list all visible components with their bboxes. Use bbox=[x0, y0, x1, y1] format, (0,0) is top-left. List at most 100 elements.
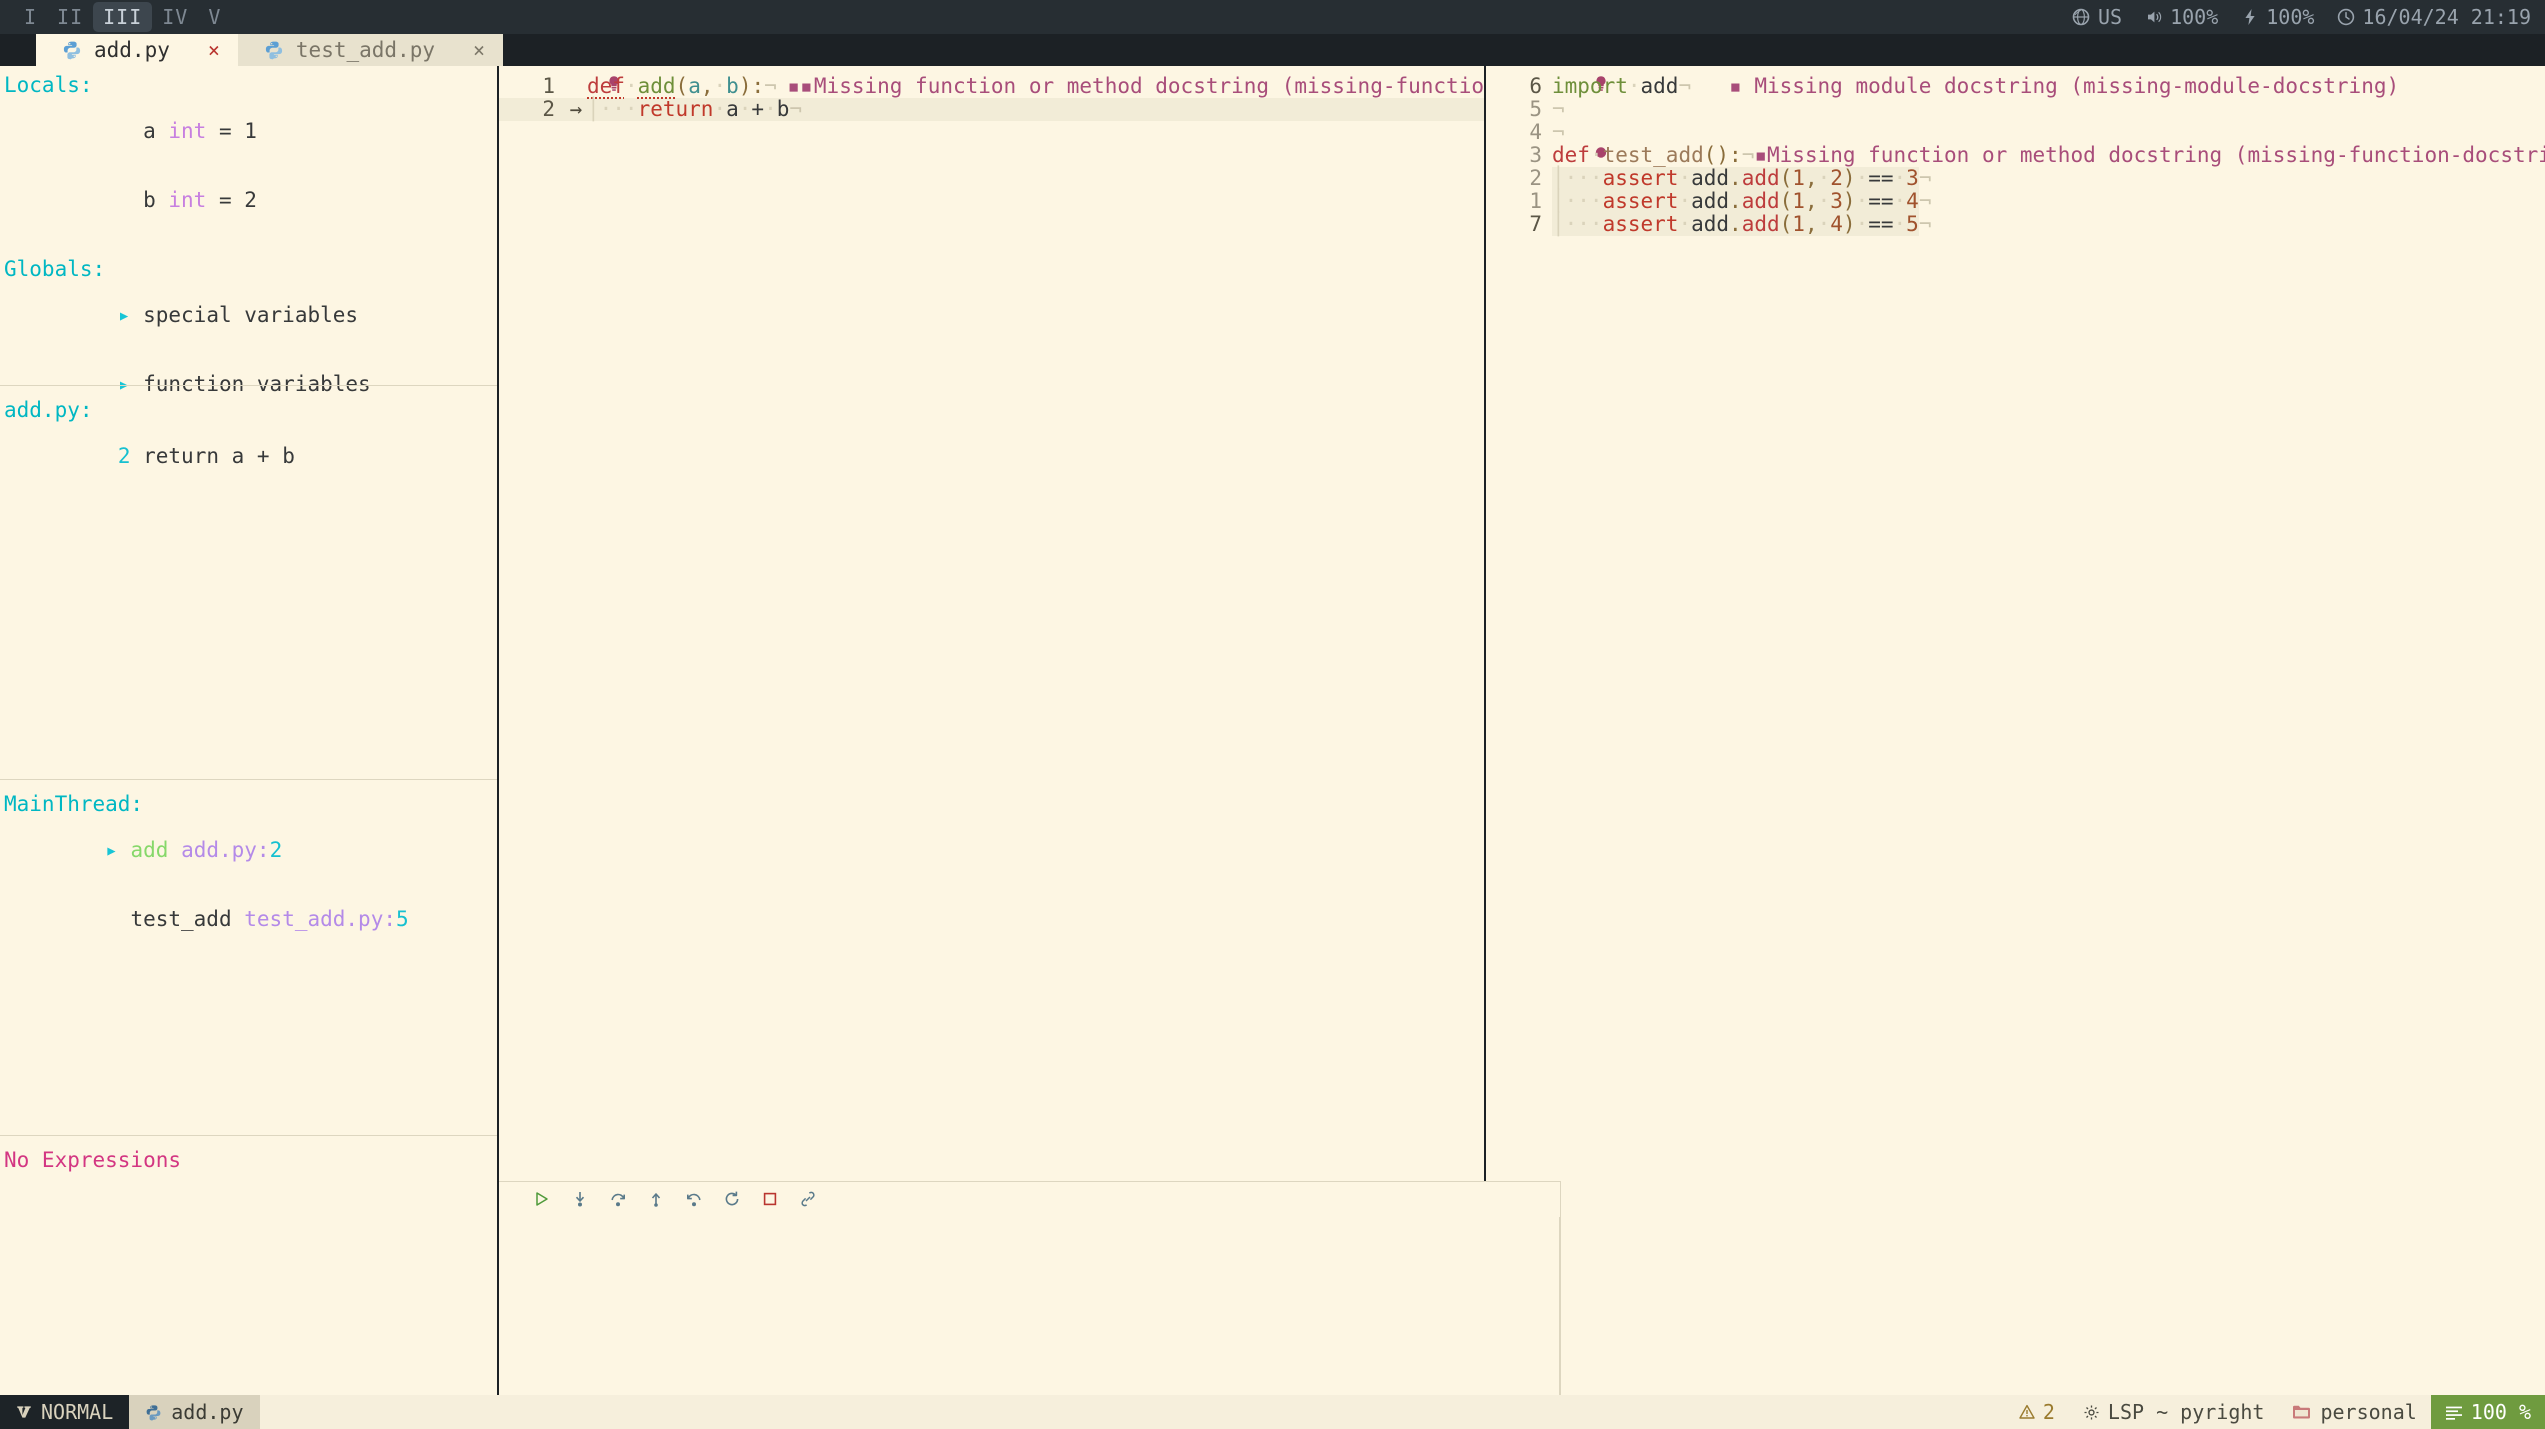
callstack-panel: MainThread: ▸ add add.py:2 test_add test… bbox=[0, 785, 497, 1127]
close-icon[interactable]: × bbox=[473, 38, 485, 62]
diagnostic-marker: ▪ bbox=[1729, 75, 1742, 98]
datetime-label: 16/04/24 21:19 bbox=[2362, 5, 2531, 29]
tab-add-py[interactable]: add.py × bbox=[36, 34, 238, 66]
code-line[interactable]: 2 │···assert·add.add(1,·2)·==·3 ¬ bbox=[1486, 167, 2545, 190]
tab-label: test_add.py bbox=[296, 38, 435, 62]
statusline-progress-label: 100 % bbox=[2471, 1400, 2531, 1424]
statusline-mode-label: NORMAL bbox=[41, 1400, 113, 1424]
dap-restart-button[interactable] bbox=[713, 1183, 751, 1215]
statusline-diagnostics[interactable]: 2 bbox=[2005, 1395, 2069, 1429]
dap-repl-pane[interactable] bbox=[1560, 1181, 2545, 1395]
dap-continue-button[interactable] bbox=[523, 1183, 561, 1215]
gutter: 1 bbox=[1486, 190, 1552, 213]
code-line[interactable]: 1 │···assert·add.add(1,·3)·==·4 ¬ bbox=[1486, 190, 2545, 213]
volume-label: 100% bbox=[2170, 5, 2218, 29]
line-number: 2 bbox=[1508, 167, 1552, 190]
breakpoints-file-header: add.py: bbox=[0, 399, 497, 422]
eol-marker: ¬ bbox=[1552, 121, 1565, 144]
code-line[interactable]: 4 ¬ bbox=[1486, 121, 2545, 144]
breakpoint-row[interactable]: 2 return a + b bbox=[0, 422, 497, 491]
code-line[interactable]: 2 → │···return·a·+·b ¬ bbox=[499, 98, 1484, 121]
eol-marker: ¬ bbox=[1742, 144, 1755, 167]
clock-indicator[interactable]: 16/04/24 21:19 bbox=[2336, 5, 2531, 29]
statusline-lsp-label: LSP ~ pyright bbox=[2108, 1400, 2265, 1424]
dap-console-pane[interactable] bbox=[499, 1217, 1560, 1395]
thread-header: MainThread: bbox=[0, 793, 497, 816]
volume-indicator[interactable]: 100% bbox=[2144, 5, 2218, 29]
local-variable-row[interactable]: b int = 2 bbox=[0, 166, 497, 235]
frame-line: 5 bbox=[396, 907, 409, 931]
code-text: def·test_add(): bbox=[1552, 144, 1742, 167]
expressions-panel: No Expressions bbox=[0, 1141, 497, 1395]
code-text: import·add bbox=[1552, 75, 1678, 98]
dap-step-back-button[interactable] bbox=[675, 1183, 713, 1215]
code-line[interactable]: 6 import·add ¬ ▪ Missing module docstrin… bbox=[1486, 75, 2545, 98]
buffer-tabbar: add.py × test_add.py × bbox=[0, 34, 2545, 66]
globals-special-variables-row[interactable]: ▸ special variables bbox=[0, 281, 497, 350]
workspace-1[interactable]: I bbox=[14, 2, 47, 32]
frame-file: test_add.py bbox=[244, 907, 383, 931]
speaker-icon bbox=[2144, 8, 2163, 27]
dap-step-over-button[interactable] bbox=[599, 1183, 637, 1215]
workspace-5[interactable]: V bbox=[198, 2, 231, 32]
statusline-lsp[interactable]: LSP ~ pyright bbox=[2069, 1395, 2279, 1429]
sidebar-divider bbox=[0, 385, 497, 386]
code-line[interactable]: 7 │···assert·add.add(1,·4)·==·5 ¬ bbox=[1486, 213, 2545, 236]
eol-marker: ¬ bbox=[789, 98, 802, 121]
tab-test-add-py[interactable]: test_add.py × bbox=[238, 34, 503, 66]
statusline-mode: NORMAL bbox=[0, 1395, 129, 1429]
line-number: 6 bbox=[1508, 75, 1552, 98]
code-line[interactable]: 1 def·add(a,·b): ¬ ▪▪ Missing function o… bbox=[499, 75, 1484, 98]
keyboard-layout-indicator[interactable]: US bbox=[2072, 5, 2122, 29]
frame-line: 2 bbox=[270, 838, 283, 862]
close-icon[interactable]: × bbox=[208, 38, 220, 62]
workspace-4[interactable]: IV bbox=[152, 2, 198, 32]
stack-frame-row[interactable]: test_add test_add.py:5 bbox=[0, 885, 497, 954]
globals-header: Globals: bbox=[0, 258, 497, 281]
chevron-right-icon[interactable]: ▸ bbox=[118, 304, 131, 327]
workspace-2[interactable]: II bbox=[47, 2, 93, 32]
statusline-project[interactable]: personal bbox=[2278, 1395, 2430, 1429]
keyboard-layout-label: US bbox=[2098, 5, 2122, 29]
workspace-3[interactable]: III bbox=[93, 2, 152, 32]
gutter: 7 bbox=[1486, 213, 1552, 236]
debug-sidebar: Locals: a int = 1 b int = 2 Globals: ▸ s… bbox=[0, 66, 499, 1395]
vim-icon bbox=[16, 1404, 32, 1420]
line-number: 7 bbox=[1508, 213, 1552, 236]
battery-indicator[interactable]: 100% bbox=[2240, 5, 2314, 29]
breakpoint-line-text: return a + b bbox=[143, 444, 295, 468]
statusline-progress[interactable]: 100 % bbox=[2431, 1395, 2545, 1429]
clock-icon bbox=[2336, 8, 2355, 27]
line-number: 3 bbox=[1508, 144, 1552, 167]
dap-control-toolbar bbox=[499, 1181, 1583, 1217]
editor-pane-test-add-py[interactable]: 6 import·add ¬ ▪ Missing module docstrin… bbox=[1484, 66, 2545, 1181]
code-line[interactable]: 3 def·test_add(): ¬ ▪ Missing function o… bbox=[1486, 144, 2545, 167]
dap-step-into-button[interactable] bbox=[561, 1183, 599, 1215]
breakpoints-panel: add.py: 2 return a + b bbox=[0, 391, 497, 771]
line-number: 1 bbox=[521, 75, 565, 98]
variable-value: 2 bbox=[244, 188, 257, 212]
code-line[interactable]: 5 ¬ bbox=[1486, 98, 2545, 121]
line-number: 1 bbox=[1508, 190, 1552, 213]
frame-function: test_add bbox=[130, 907, 231, 931]
code-text: │···assert·add.add(1,·4)·==·5 bbox=[1552, 213, 1919, 236]
editor-pane-add-py[interactable]: 1 def·add(a,·b): ¬ ▪▪ Missing function o… bbox=[499, 66, 1484, 1181]
dap-stop-button[interactable] bbox=[751, 1183, 789, 1215]
variable-eq: = bbox=[219, 119, 232, 143]
dap-disconnect-button[interactable] bbox=[789, 1183, 827, 1215]
bolt-icon bbox=[2240, 8, 2259, 27]
workspace-list: I II III IV V bbox=[0, 2, 231, 32]
variable-name: a bbox=[143, 119, 156, 143]
eol-marker: ¬ bbox=[1919, 190, 1932, 213]
dap-step-out-button[interactable] bbox=[637, 1183, 675, 1215]
stack-frame-row[interactable]: ▸ add add.py:2 bbox=[0, 816, 497, 885]
scopes-spacer bbox=[0, 235, 497, 258]
code-text: │···assert·add.add(1,·3)·==·4 bbox=[1552, 190, 1919, 213]
line-number: 5 bbox=[1508, 98, 1552, 121]
local-variable-row[interactable]: a int = 1 bbox=[0, 97, 497, 166]
diagnostic-marker: ▪ bbox=[1754, 144, 1767, 167]
diagnostic-marker: ▪▪ bbox=[787, 75, 812, 98]
chevron-right-icon[interactable]: ▸ bbox=[105, 839, 118, 862]
current-line-arrow: → bbox=[565, 98, 587, 121]
diagnostic-message: Missing function or method docstring (mi… bbox=[814, 75, 1484, 98]
